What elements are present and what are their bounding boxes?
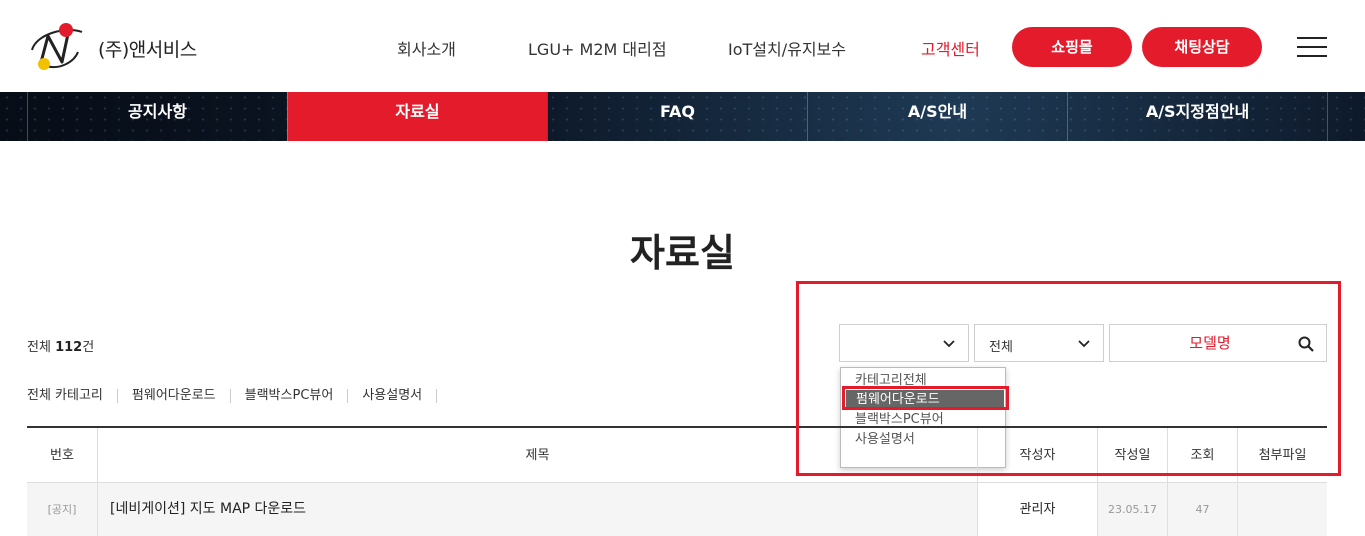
row-title[interactable]: [네비게이션] 지도 MAP 다운로드 [97, 483, 977, 536]
category-blackbox-viewer[interactable]: 블랙박스PC뷰어 [245, 389, 349, 403]
total-number: 112 [55, 340, 83, 355]
row-number: [공지] [47, 503, 77, 516]
total-suffix: 건 [82, 340, 95, 355]
tab-faq[interactable]: FAQ [547, 92, 807, 141]
row-author: 관리자 [977, 483, 1097, 536]
total-count: 전체 112건 [27, 336, 94, 355]
tab-archive[interactable]: 자료실 [287, 92, 547, 141]
highlight-box-option [842, 386, 1009, 410]
category-firmware[interactable]: 펌웨어다운로드 [132, 389, 231, 403]
row-date: 23.05.17 [1097, 483, 1167, 536]
sub-tab-bar: 공지사항 자료실 FAQ A/S안내 A/S지정점안내 [0, 92, 1365, 141]
menu-icon[interactable] [1297, 36, 1327, 58]
row-views: 47 [1167, 483, 1237, 536]
chat-button[interactable]: 채팅상담 [1142, 27, 1262, 67]
row-attachment[interactable] [1237, 483, 1327, 536]
header-number: 번호 [50, 448, 74, 463]
total-prefix: 전체 [27, 340, 56, 355]
page-title: 자료실 [630, 231, 735, 275]
highlight-box-filters [796, 281, 1341, 476]
shop-button[interactable]: 쇼핑몰 [1012, 27, 1132, 67]
tab-as-guide[interactable]: A/S안내 [807, 92, 1067, 141]
category-all[interactable]: 전체 카테고리 [27, 389, 118, 403]
nav-item-lgu-m2m[interactable]: LGU+ M2M 대리점 [528, 36, 667, 60]
category-links: 전체 카테고리 펌웨어다운로드 블랙박스PC뷰어 사용설명서 [27, 388, 451, 403]
category-manual[interactable]: 사용설명서 [362, 389, 438, 403]
brand-name[interactable]: (주)앤서비스 [98, 35, 197, 62]
nav-item-company[interactable]: 회사소개 [397, 36, 456, 60]
nav-item-iot[interactable]: IoT설치/유지보수 [728, 36, 846, 60]
site-header: (주)앤서비스 회사소개 LGU+ M2M 대리점 IoT설치/유지보수 고객센… [0, 0, 1365, 92]
nav-item-customer-center[interactable]: 고객센터 [921, 36, 980, 60]
tab-notice[interactable]: 공지사항 [27, 92, 287, 141]
tab-as-centers[interactable]: A/S지정점안내 [1067, 92, 1328, 141]
